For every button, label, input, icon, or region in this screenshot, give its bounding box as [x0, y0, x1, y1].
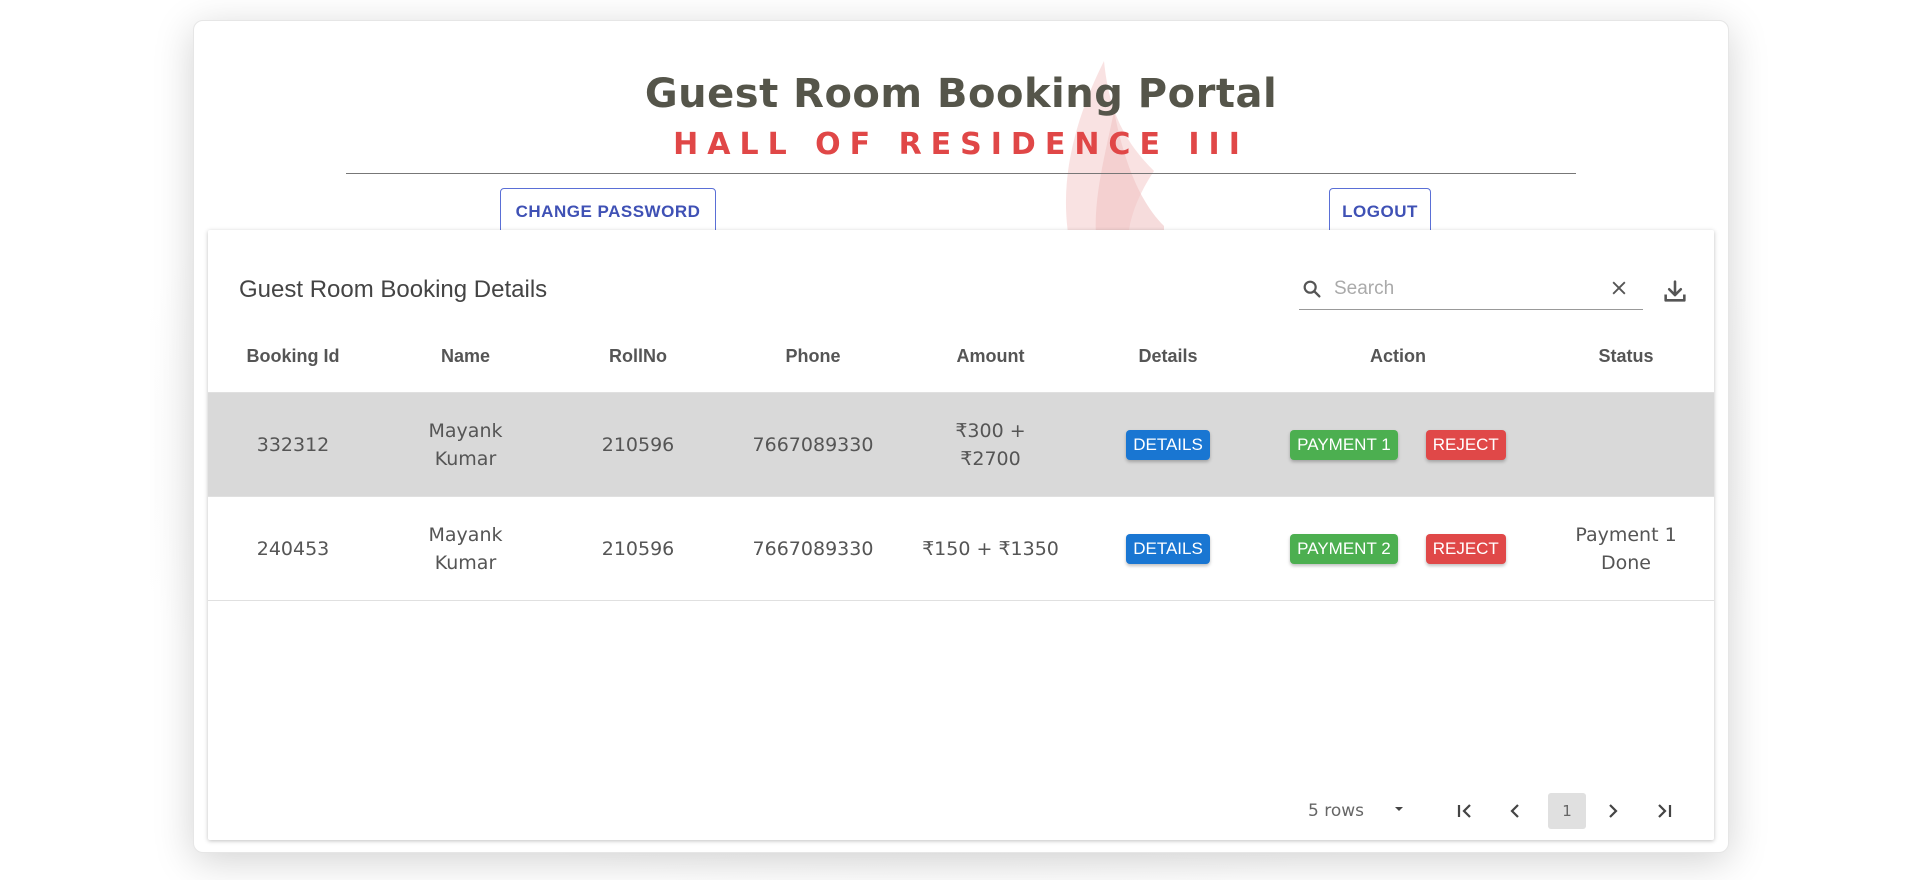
name-first: Mayank [428, 419, 503, 442]
table-row[interactable]: 332312 Mayank Kumar 210596 7667089330 ₹3… [208, 392, 1714, 497]
column-header-rollno[interactable]: RollNo [553, 320, 723, 393]
amount-cell: ₹300 + ₹2700 [903, 392, 1078, 497]
booking-id-cell: 332312 [208, 392, 378, 497]
last-page-icon[interactable] [1652, 799, 1676, 828]
rows-per-page-select[interactable]: 5 rows [1308, 801, 1364, 821]
status-line1: Payment 1 [1575, 523, 1677, 546]
reject-button[interactable]: REJECT [1425, 429, 1506, 460]
column-header-status[interactable]: Status [1538, 320, 1714, 393]
search-input[interactable]: Search [1299, 266, 1643, 310]
details-cell: DETAILS [1078, 392, 1258, 497]
next-page-icon[interactable] [1601, 799, 1625, 828]
rollno-cell: 210596 [553, 392, 723, 497]
name-last: Kumar [434, 447, 497, 470]
logout-button[interactable]: LOGOUT [1329, 188, 1431, 236]
action-cell: PAYMENT 1 REJECT [1258, 392, 1538, 497]
clear-search-icon[interactable] [1609, 278, 1629, 302]
column-header-details[interactable]: Details [1078, 320, 1258, 393]
column-header-name[interactable]: Name [378, 320, 553, 393]
status-cell: Payment 1 Done [1538, 496, 1714, 601]
reject-button[interactable]: REJECT [1425, 533, 1506, 564]
portal-card: Guest Room Booking Portal HALL OF RESIDE… [193, 20, 1729, 853]
change-password-button[interactable]: CHANGE PASSWORD [500, 188, 716, 236]
booking-table: Booking Id Name RollNo Phone Amount Deta… [208, 320, 1714, 601]
name-first: Mayank [428, 523, 503, 546]
pagination: 5 rows 1 [1308, 793, 1698, 829]
name-last: Kumar [434, 551, 497, 574]
amount-line1: ₹300 + [955, 419, 1026, 442]
table-row[interactable]: 240453 Mayank Kumar 210596 7667089330 ₹1… [208, 496, 1714, 601]
status-cell [1538, 392, 1714, 497]
phone-cell: 7667089330 [723, 392, 903, 497]
table-header-row: Booking Id Name RollNo Phone Amount Deta… [208, 320, 1714, 393]
booking-details-panel: Guest Room Booking Details Search Bookin… [208, 230, 1714, 840]
caret-down-icon[interactable] [1391, 801, 1407, 822]
page-subtitle: HALL OF RESIDENCE III [673, 127, 1249, 162]
download-icon[interactable] [1661, 277, 1689, 309]
page-title: Guest Room Booking Portal [644, 71, 1278, 117]
payment-button[interactable]: PAYMENT 2 [1290, 533, 1398, 564]
amount-cell: ₹150 + ₹1350 [903, 496, 1078, 601]
column-header-action[interactable]: Action [1258, 320, 1538, 393]
details-button[interactable]: DETAILS [1126, 429, 1210, 460]
previous-page-icon[interactable] [1503, 799, 1527, 828]
column-header-booking-id[interactable]: Booking Id [208, 320, 378, 393]
search-placeholder: Search [1334, 278, 1395, 299]
rollno-cell: 210596 [553, 496, 723, 601]
details-cell: DETAILS [1078, 496, 1258, 601]
action-cell: PAYMENT 2 REJECT [1258, 496, 1538, 601]
name-cell: Mayank Kumar [378, 392, 553, 497]
name-cell: Mayank Kumar [378, 496, 553, 601]
search-icon [1301, 278, 1323, 304]
amount-line2: ₹2700 [960, 447, 1021, 470]
payment-button[interactable]: PAYMENT 1 [1290, 429, 1398, 460]
column-header-phone[interactable]: Phone [723, 320, 903, 393]
status-line2: Done [1601, 551, 1651, 574]
details-button[interactable]: DETAILS [1126, 533, 1210, 564]
first-page-icon[interactable] [1453, 799, 1477, 828]
phone-cell: 7667089330 [723, 496, 903, 601]
header-divider [346, 173, 1576, 174]
column-header-amount[interactable]: Amount [903, 320, 1078, 393]
current-page-indicator[interactable]: 1 [1548, 793, 1586, 829]
panel-title: Guest Room Booking Details [239, 276, 548, 303]
booking-id-cell: 240453 [208, 496, 378, 601]
